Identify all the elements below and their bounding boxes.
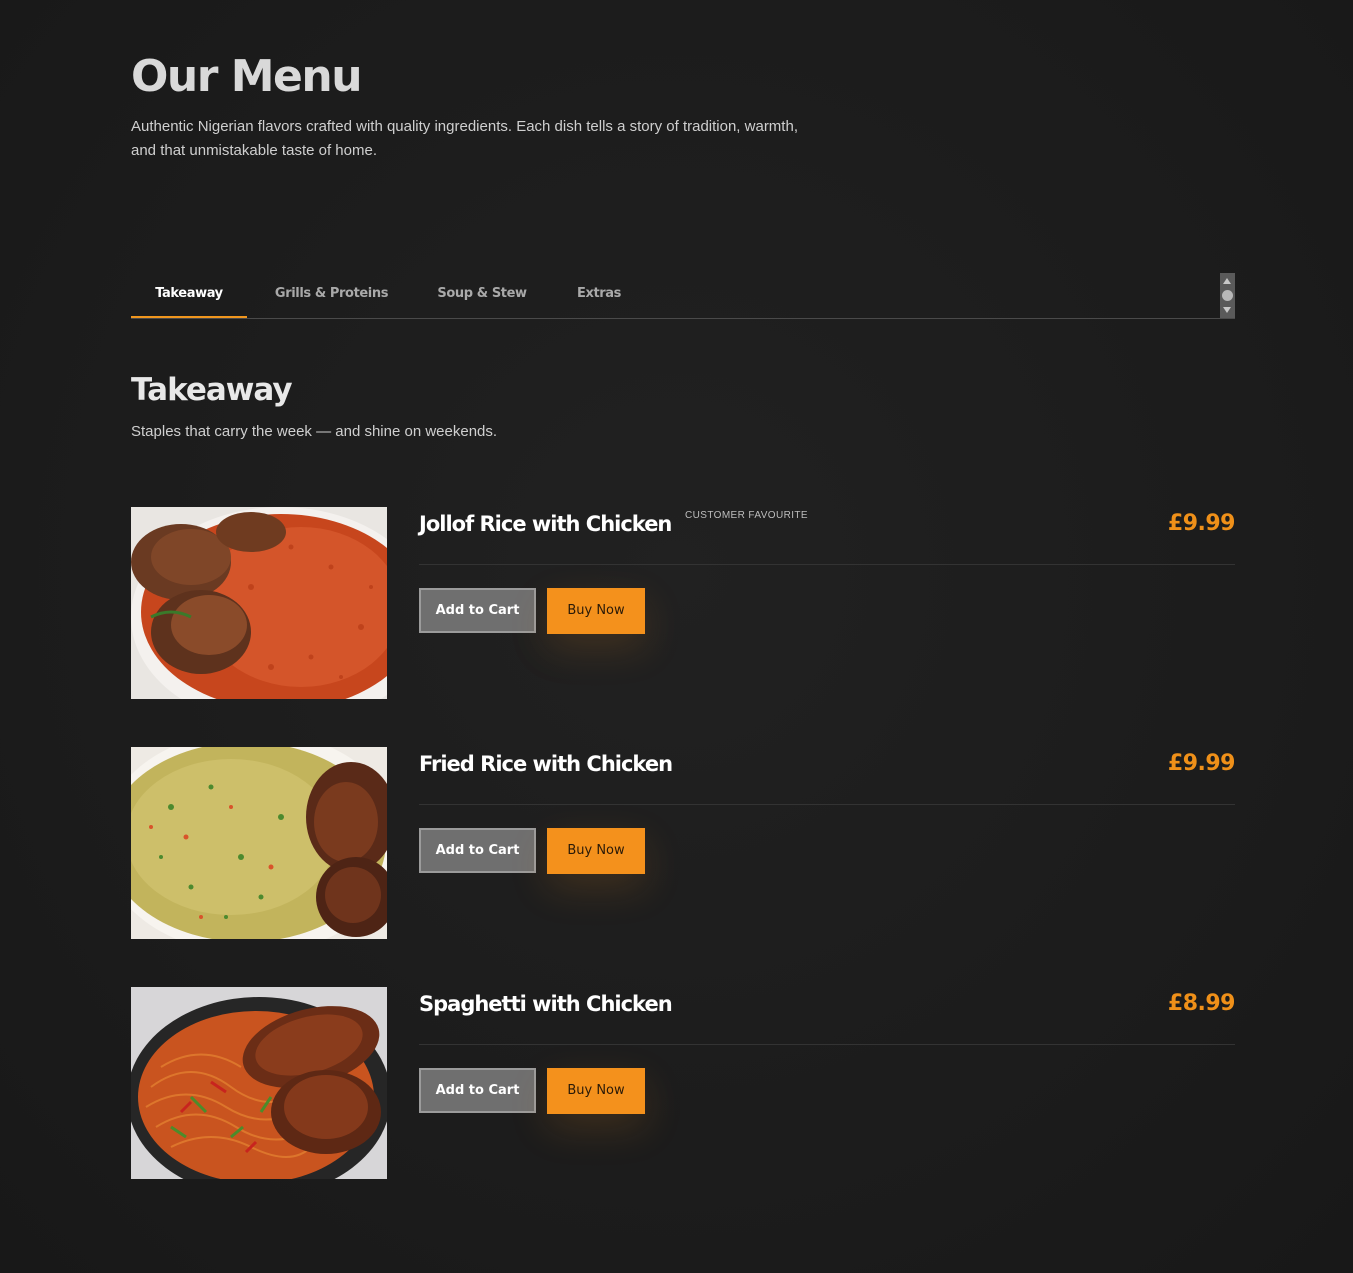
section-subtitle: Staples that carry the week — and shine … — [131, 423, 498, 440]
scroll-thumb[interactable] — [1222, 290, 1233, 301]
menu-tabs: Takeaway Grills & Proteins Soup & Stew E… — [131, 272, 1235, 319]
scroll-down-arrow-icon[interactable] — [1223, 307, 1231, 313]
item-name: Spaghetti with Chicken — [419, 992, 673, 1016]
item-divider — [419, 564, 1235, 565]
item-divider — [419, 1044, 1235, 1045]
fried-rice-photo — [131, 747, 387, 939]
item-price: £9.99 — [1167, 751, 1236, 776]
page-intro: Authentic Nigerian flavors crafted with … — [131, 118, 798, 159]
menu-item: Jollof Rice with Chicken CUSTOMER FAVOUR… — [131, 507, 1236, 699]
item-price: £8.99 — [1167, 991, 1236, 1016]
buy-now-button[interactable]: Buy Now — [547, 1068, 645, 1114]
page-title: Our Menu — [131, 51, 363, 102]
buy-now-button[interactable]: Buy Now — [547, 588, 645, 634]
add-to-cart-button[interactable]: Add to Cart — [419, 828, 536, 873]
add-to-cart-button[interactable]: Add to Cart — [419, 1068, 536, 1113]
customer-favourite-badge: CUSTOMER FAVOURITE — [685, 510, 808, 521]
add-to-cart-button[interactable]: Add to Cart — [419, 588, 536, 633]
menu-item: Spaghetti with Chicken £8.99 Add to Cart… — [131, 987, 1236, 1179]
tab-takeaway[interactable]: Takeaway — [131, 272, 247, 318]
jollof-rice-photo — [131, 507, 387, 699]
section-title: Takeaway — [131, 372, 293, 408]
tab-soup-stew[interactable]: Soup & Stew — [425, 272, 539, 318]
item-price: £9.99 — [1167, 511, 1236, 536]
tab-grills-proteins[interactable]: Grills & Proteins — [259, 272, 404, 318]
tab-extras[interactable]: Extras — [561, 272, 637, 318]
buy-now-button[interactable]: Buy Now — [547, 828, 645, 874]
tabs-scrollbar[interactable] — [1220, 273, 1235, 318]
spaghetti-photo — [131, 987, 387, 1179]
item-name: Jollof Rice with Chicken — [419, 512, 672, 536]
menu-item: Fried Rice with Chicken £9.99 Add to Car… — [131, 747, 1236, 939]
item-name: Fried Rice with Chicken — [419, 752, 673, 776]
item-divider — [419, 804, 1235, 805]
scroll-up-arrow-icon[interactable] — [1223, 278, 1231, 284]
